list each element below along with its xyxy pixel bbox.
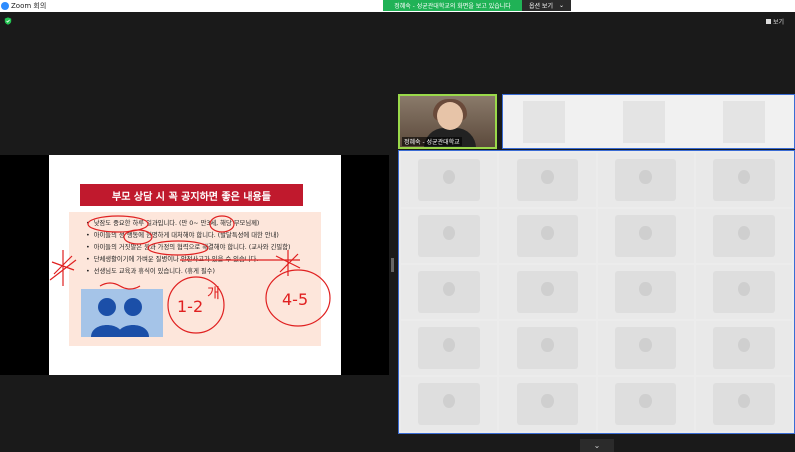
slide-bullet: 낮잠도 중요한 하루 일과입니다. (만 0~ 만3세, 해당 부모님께) [86, 218, 290, 230]
screen-share-banner: 정혜숙 - 성균관대학교의 화면을 보고 있습니다 [383, 0, 522, 11]
participant-video [737, 169, 750, 185]
share-banner-text: 정혜숙 - 성균관대학교의 화면을 보고 있습니다 [394, 3, 511, 10]
participant-video [639, 281, 652, 297]
participant-video [442, 169, 456, 185]
participant-tile[interactable] [401, 321, 498, 375]
participant-tile[interactable] [499, 153, 596, 207]
participant-video [614, 215, 677, 257]
participant-tile[interactable] [401, 153, 498, 207]
app-title: Zoom 회의 [1, 0, 46, 12]
people-icon-image [81, 289, 163, 337]
participant-video [713, 327, 775, 369]
slide-bullet: 아이들의 거짓말은 원과 가정의 협력으로 해결해야 합니다. (교사와 긴밀함… [86, 242, 291, 254]
participant-video [516, 215, 579, 257]
participant-video [713, 215, 775, 257]
slide-bullet-list: 낮잠도 중요한 하루 일과입니다. (만 0~ 만3세, 해당 부모님께) 아이… [86, 218, 291, 278]
shield-icon[interactable] [4, 17, 12, 25]
participant-tile[interactable] [695, 265, 792, 319]
participant-tile[interactable] [401, 377, 498, 431]
participant-tile[interactable] [523, 101, 565, 143]
app-title-text: Zoom 회의 [11, 2, 47, 10]
participant-tile[interactable] [695, 153, 792, 207]
participant-tile[interactable] [597, 377, 694, 431]
participant-tile[interactable] [499, 265, 596, 319]
participant-video [516, 383, 579, 425]
participant-tile[interactable] [597, 265, 694, 319]
participant-video [442, 281, 456, 297]
participant-video [516, 327, 579, 369]
participant-tile[interactable] [597, 153, 694, 207]
view-button-label: 보기 [773, 19, 785, 26]
participant-tile[interactable] [695, 321, 792, 375]
speaker-video [437, 102, 463, 130]
participant-video [737, 281, 750, 297]
participant-tile[interactable] [401, 209, 498, 263]
participant-video [614, 327, 677, 369]
participant-video [418, 327, 480, 369]
panel-splitter-handle[interactable] [391, 258, 394, 272]
participant-tile[interactable] [597, 209, 694, 263]
participant-video [418, 271, 480, 313]
participant-video [713, 271, 775, 313]
participant-tile[interactable] [723, 101, 765, 143]
active-speaker-tile[interactable]: 정혜숙 - 성균관대학교 [398, 94, 497, 149]
grid-icon [766, 19, 771, 24]
participant-video [713, 383, 775, 425]
participant-tile[interactable] [695, 209, 792, 263]
participant-video [516, 159, 579, 201]
chevron-down-icon: ⌄ [558, 2, 565, 9]
view-button[interactable]: 보기 [766, 17, 784, 26]
participant-video [737, 225, 750, 241]
participant-video [713, 159, 775, 201]
slide-title: 부모 상담 시 꼭 공지하면 좋은 내용들 [80, 184, 303, 206]
participant-tile[interactable] [401, 265, 498, 319]
slide-bullet: 단체생활이기에 가벼운 질병이나 안전사고가 있을 수 있습니다. [86, 254, 290, 266]
participant-video [541, 281, 554, 297]
participant-video [614, 159, 677, 201]
participant-video [541, 393, 554, 409]
chevron-down-icon[interactable]: ⌄ [580, 439, 614, 452]
participant-video [541, 169, 554, 185]
view-options-button[interactable]: 옵션 보기 ⌄ [522, 0, 571, 11]
participant-video [614, 383, 677, 425]
participant-tile[interactable] [499, 209, 596, 263]
participant-tile[interactable] [597, 321, 694, 375]
participant-video [737, 337, 750, 353]
participant-video [418, 215, 480, 257]
people-silhouette-icon [91, 298, 149, 337]
participant-video [737, 393, 750, 409]
participant-video [639, 337, 652, 353]
participant-video [418, 159, 480, 201]
participant-video [639, 225, 652, 241]
participant-video [442, 393, 456, 409]
zoom-logo-icon [1, 2, 9, 10]
participant-video [541, 225, 554, 241]
participant-video [418, 383, 480, 425]
participant-tile[interactable] [695, 377, 792, 431]
participant-video [516, 271, 579, 313]
slide-bullet: 아이들의 성 행동에 현명하게 대처해야 합니다. (발달특성에 대한 안내) [86, 230, 290, 242]
participant-video [639, 169, 652, 185]
view-options-label: 옵션 보기 [528, 3, 553, 10]
participant-video [442, 225, 456, 241]
slide-bullet: 선생님도 교육과 휴식이 있습니다. (휴게 필수) [86, 266, 290, 278]
participant-tile[interactable] [499, 377, 596, 431]
gallery-strip[interactable] [502, 94, 795, 149]
participant-video [614, 271, 677, 313]
participant-tile[interactable] [623, 101, 665, 143]
speaker-name-label: 정혜숙 - 성균관대학교 [402, 137, 462, 146]
participant-video [541, 337, 554, 353]
participant-video [639, 393, 652, 409]
participant-video [442, 337, 456, 353]
gallery-view[interactable] [398, 150, 795, 434]
participant-tile[interactable] [499, 321, 596, 375]
